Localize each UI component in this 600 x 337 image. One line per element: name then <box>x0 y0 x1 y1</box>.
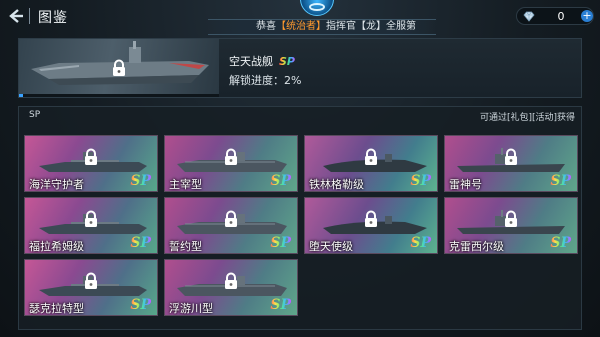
ship-card-name: 浮游川型 <box>169 302 213 315</box>
featured-ship-name: 空天战舰 SP <box>229 53 295 69</box>
lock-icon <box>225 148 237 165</box>
lock-icon <box>365 148 377 165</box>
lock-icon <box>505 210 517 227</box>
sp-badge: SP <box>270 297 291 313</box>
diamond-icon <box>523 11 535 22</box>
unlock-progress-label: 解锁进度： <box>229 74 284 87</box>
back-arrow-icon <box>9 9 23 23</box>
ship-card-name: 主宰型 <box>169 178 202 191</box>
ticker-suffix: 指挥官【龙】全服第 <box>326 21 416 32</box>
ship-card[interactable]: 浮游川型 SP <box>164 259 298 316</box>
ship-card[interactable]: 铁林格勒级 SP <box>304 135 438 192</box>
ticker-prefix: 恭喜 <box>256 21 276 32</box>
ship-card-name: 誓约型 <box>169 240 202 253</box>
featured-ship-panel: 空天战舰 SP 解锁进度：2% <box>18 38 582 98</box>
sp-badge: SP <box>410 173 431 189</box>
sp-badge: SP <box>130 173 151 189</box>
sp-badge: SP <box>410 235 431 251</box>
ship-card-name: 福拉希姆级 <box>29 240 84 253</box>
ship-card[interactable]: 誓约型 SP <box>164 197 298 254</box>
page-title: 图鉴 <box>38 10 68 26</box>
sp-badge: SP <box>279 55 295 68</box>
diamond-count: 0 <box>557 10 565 23</box>
ship-card-name: 克雷西尔级 <box>449 240 504 253</box>
ship-collection-panel: SP 可通过[礼包][活动]获得 海洋守护者 SP 主宰型 SP 铁林格勒级 SP 雷神号 S… <box>18 106 582 330</box>
top-bar: 图鉴 恭喜【统治者】指挥官【龙】全服第 0 + <box>0 0 600 35</box>
diamond-balance: 0 + <box>516 7 594 25</box>
featured-ship-image[interactable] <box>19 39 219 97</box>
sp-badge: SP <box>550 173 571 189</box>
sp-badge: SP <box>130 235 151 251</box>
ship-card[interactable]: 主宰型 SP <box>164 135 298 192</box>
lock-icon <box>225 272 237 289</box>
back-button[interactable] <box>6 6 26 26</box>
ship-card[interactable]: 瑟克拉特型 SP <box>24 259 158 316</box>
lock-icon <box>505 148 517 165</box>
lock-icon <box>225 210 237 227</box>
title-divider <box>29 8 30 24</box>
ship-card-name: 雷神号 <box>449 178 482 191</box>
sp-badge: SP <box>270 173 291 189</box>
lock-icon <box>113 59 125 76</box>
unlock-progress-value: 2% <box>284 74 302 87</box>
announcement-ticker: 恭喜【统治者】指挥官【龙】全服第 <box>208 19 436 35</box>
featured-progress-fill <box>19 94 23 97</box>
game-logo-icon <box>300 0 334 16</box>
sp-badge: SP <box>270 235 291 251</box>
ship-card-name: 铁林格勒级 <box>309 178 364 191</box>
sp-badge: SP <box>130 297 151 313</box>
lock-icon <box>365 210 377 227</box>
ship-card[interactable]: 福拉希姆级 SP <box>24 197 158 254</box>
featured-ship-name-text: 空天战舰 <box>229 55 273 68</box>
ship-card[interactable]: 克雷西尔级 SP <box>444 197 578 254</box>
ship-card-name: 堕天使级 <box>309 240 353 253</box>
lock-icon <box>85 272 97 289</box>
sp-badge: SP <box>550 235 571 251</box>
ship-card[interactable]: 堕天使级 SP <box>304 197 438 254</box>
ship-card-name: 瑟克拉特型 <box>29 302 84 315</box>
add-diamond-button[interactable]: + <box>581 10 593 22</box>
lock-icon <box>85 148 97 165</box>
ship-card[interactable]: 海洋守护者 SP <box>24 135 158 192</box>
unlock-progress: 解锁进度：2% <box>229 72 301 88</box>
lock-icon <box>85 210 97 227</box>
section-label: SP <box>29 110 41 120</box>
ship-card-name: 海洋守护者 <box>29 178 84 191</box>
ticker-highlight: 【统治者】 <box>276 21 326 32</box>
ship-card[interactable]: 雷神号 SP <box>444 135 578 192</box>
obtain-hint: 可通过[礼包][活动]获得 <box>479 113 575 123</box>
featured-progress-bar <box>19 94 219 97</box>
